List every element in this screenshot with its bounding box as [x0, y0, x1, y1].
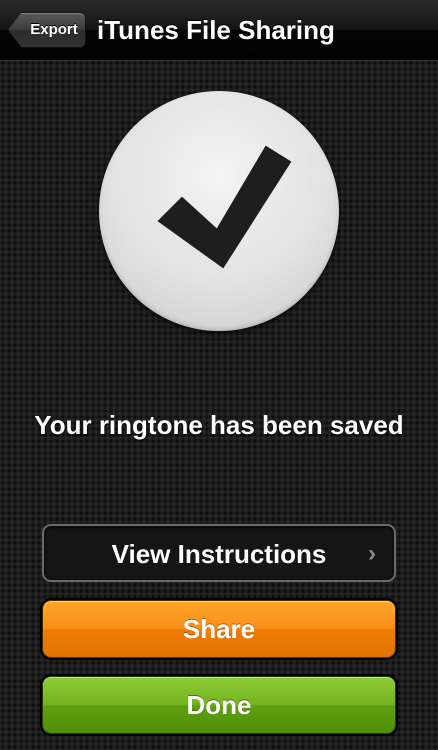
done-button[interactable]: Done [42, 676, 396, 734]
checkmark-icon [157, 145, 292, 269]
screen: Export iTunes File Sharing Your ringtone… [0, 0, 438, 750]
back-button-label: Export [30, 21, 78, 38]
view-instructions-button[interactable]: View Instructions › [42, 524, 396, 582]
export-back-button[interactable]: Export [8, 12, 86, 48]
share-label: Share [182, 614, 256, 644]
page-title: iTunes File Sharing [97, 15, 335, 45]
share-button[interactable]: Share [42, 600, 396, 658]
navigation-bar: Export iTunes File Sharing [0, 0, 438, 60]
view-instructions-label: View Instructions [111, 539, 327, 569]
done-label: Done [186, 690, 252, 720]
status-message: Your ringtone has been saved [34, 410, 404, 440]
success-badge [99, 91, 339, 331]
chevron-right-icon: › [368, 540, 376, 567]
